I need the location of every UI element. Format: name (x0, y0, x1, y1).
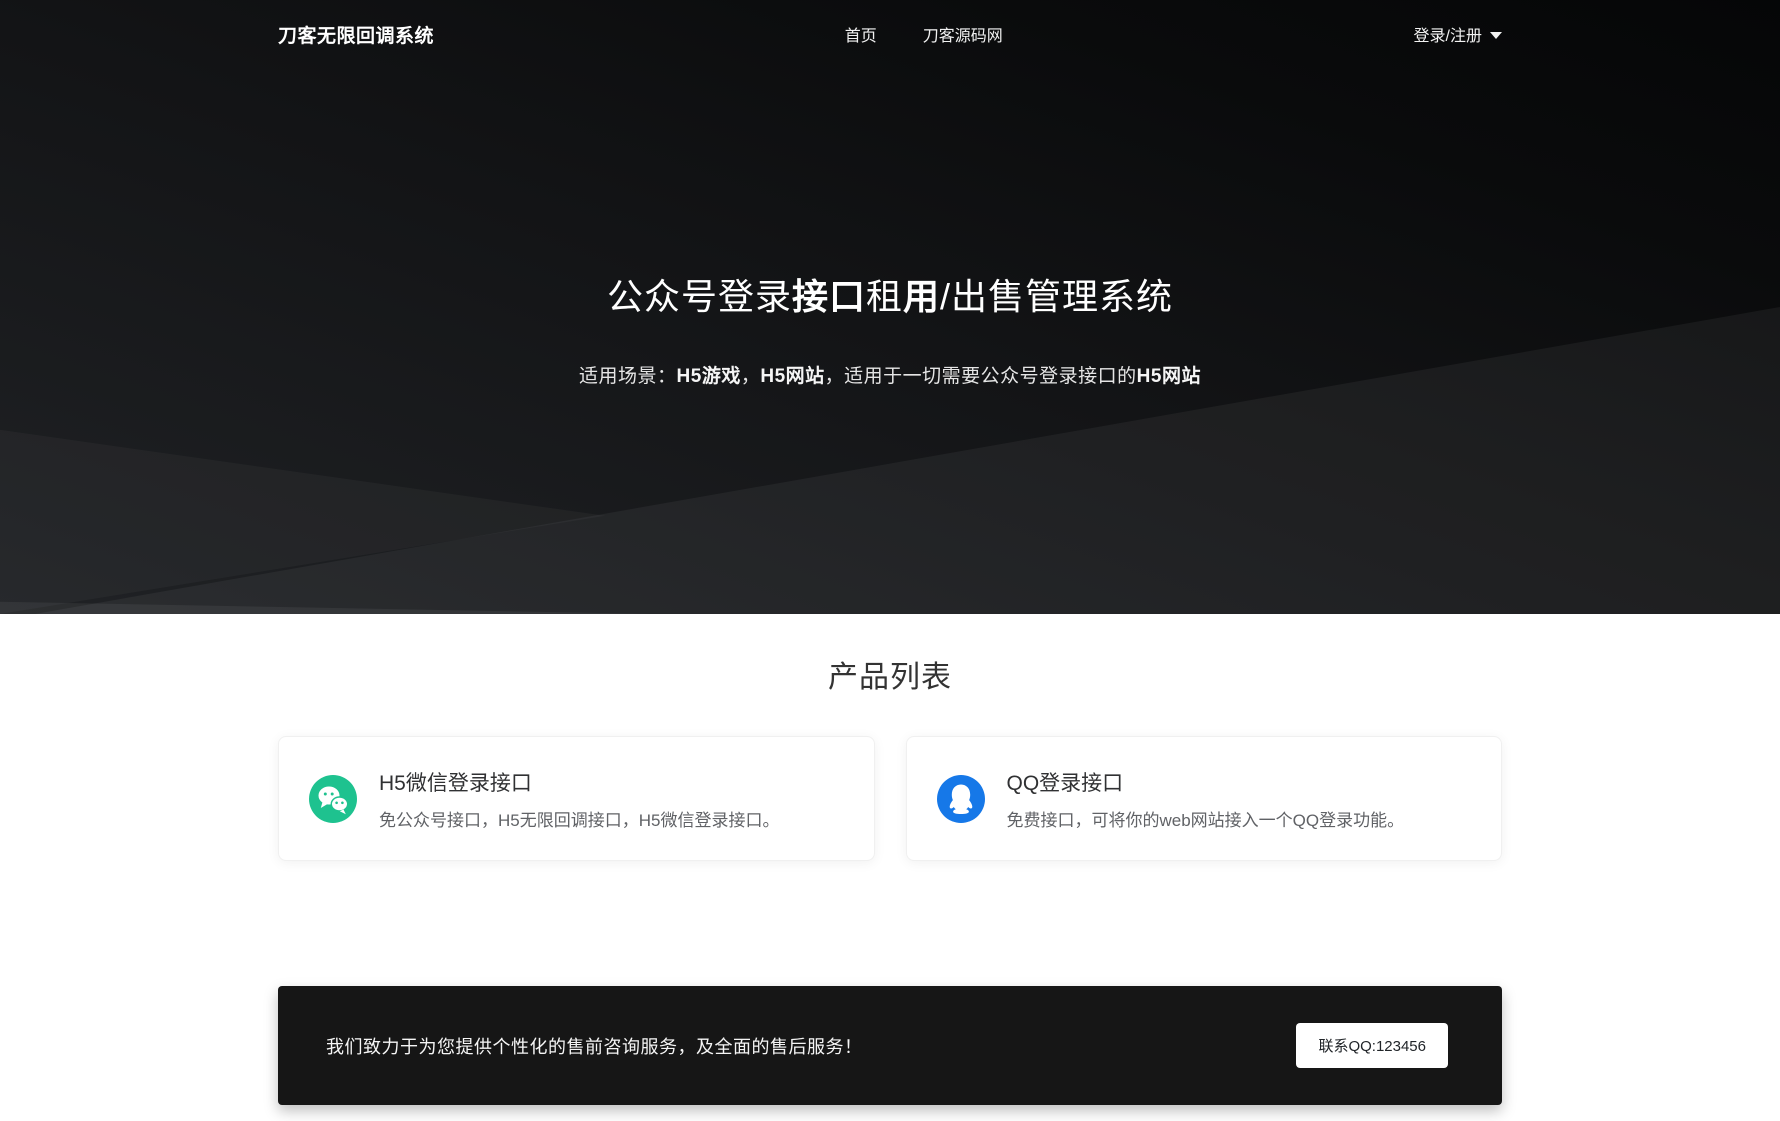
nav-item-daoke-source[interactable]: 刀客源码网 (923, 28, 1003, 45)
hero-title-segment: 公众号登录 (607, 276, 792, 317)
hero-title-segment: /出售管理系统 (940, 276, 1173, 317)
contact-message: 我们致力于为您提供个性化的售前咨询服务，及全面的售后服务！ (326, 1033, 863, 1059)
card-body: H5微信登录接口 免公众号接口，H5无限回调接口，H5微信登录接口。 (379, 767, 779, 831)
hero-subtitle-segment: ，适用于一切需要公众号登录接口的 (825, 366, 1137, 387)
login-register-dropdown[interactable]: 登录/注册 (1414, 22, 1502, 46)
hero-subtitle-segment: H5网站 (760, 366, 824, 387)
products-section: 产品列表 H5 (0, 614, 1780, 1105)
caret-down-icon (1490, 32, 1502, 39)
product-description: 免公众号接口，H5无限回调接口，H5微信登录接口。 (379, 806, 779, 831)
hero-subtitle-segment: H5游戏 (677, 366, 741, 387)
wechat-icon (309, 775, 357, 823)
card-body: QQ登录接口 免费接口，可将你的web网站接入一个QQ登录功能。 (1007, 767, 1405, 831)
product-card-qq[interactable]: QQ登录接口 免费接口，可将你的web网站接入一个QQ登录功能。 (906, 736, 1503, 861)
hero-subtitle-segment: 适用场景： (579, 366, 677, 387)
hero-title-segment: 租 (866, 276, 903, 317)
hero-subtitle-segment: H5网站 (1137, 366, 1201, 387)
product-title: QQ登录接口 (1007, 767, 1405, 797)
product-cards-row: H5微信登录接口 免公众号接口，H5无限回调接口，H5微信登录接口。 QQ登录接… (278, 736, 1502, 861)
hero-title-segment: 用 (903, 276, 940, 317)
product-description: 免费接口，可将你的web网站接入一个QQ登录功能。 (1007, 806, 1405, 831)
product-card-wechat[interactable]: H5微信登录接口 免公众号接口，H5无限回调接口，H5微信登录接口。 (278, 736, 875, 861)
hero-subtitle: 适用场景：H5游戏，H5网站，适用于一切需要公众号登录接口的H5网站 (0, 361, 1780, 388)
contact-qq-button[interactable]: 联系QQ:123456 (1296, 1023, 1448, 1068)
products-heading: 产品列表 (0, 614, 1780, 696)
hero-section: 刀客无限回调系统 首页 刀客源码网 登录/注册 公众号登录接口租用/出售管理系统… (0, 0, 1780, 614)
hero-subtitle-segment: ， (741, 366, 761, 387)
nav-links: 首页 刀客源码网 (434, 22, 1414, 46)
hero-title: 公众号登录接口租用/出售管理系统 (0, 268, 1780, 320)
contact-banner: 我们致力于为您提供个性化的售前咨询服务，及全面的售后服务！ 联系QQ:12345… (278, 986, 1502, 1105)
site-logo[interactable]: 刀客无限回调系统 (278, 21, 434, 48)
product-title: H5微信登录接口 (379, 767, 779, 797)
nav-item-home[interactable]: 首页 (845, 28, 877, 45)
qq-icon (937, 775, 985, 823)
login-register-label: 登录/注册 (1414, 22, 1482, 46)
hero-title-segment: 接口 (792, 276, 866, 317)
top-navbar: 刀客无限回调系统 首页 刀客源码网 登录/注册 (0, 0, 1780, 68)
